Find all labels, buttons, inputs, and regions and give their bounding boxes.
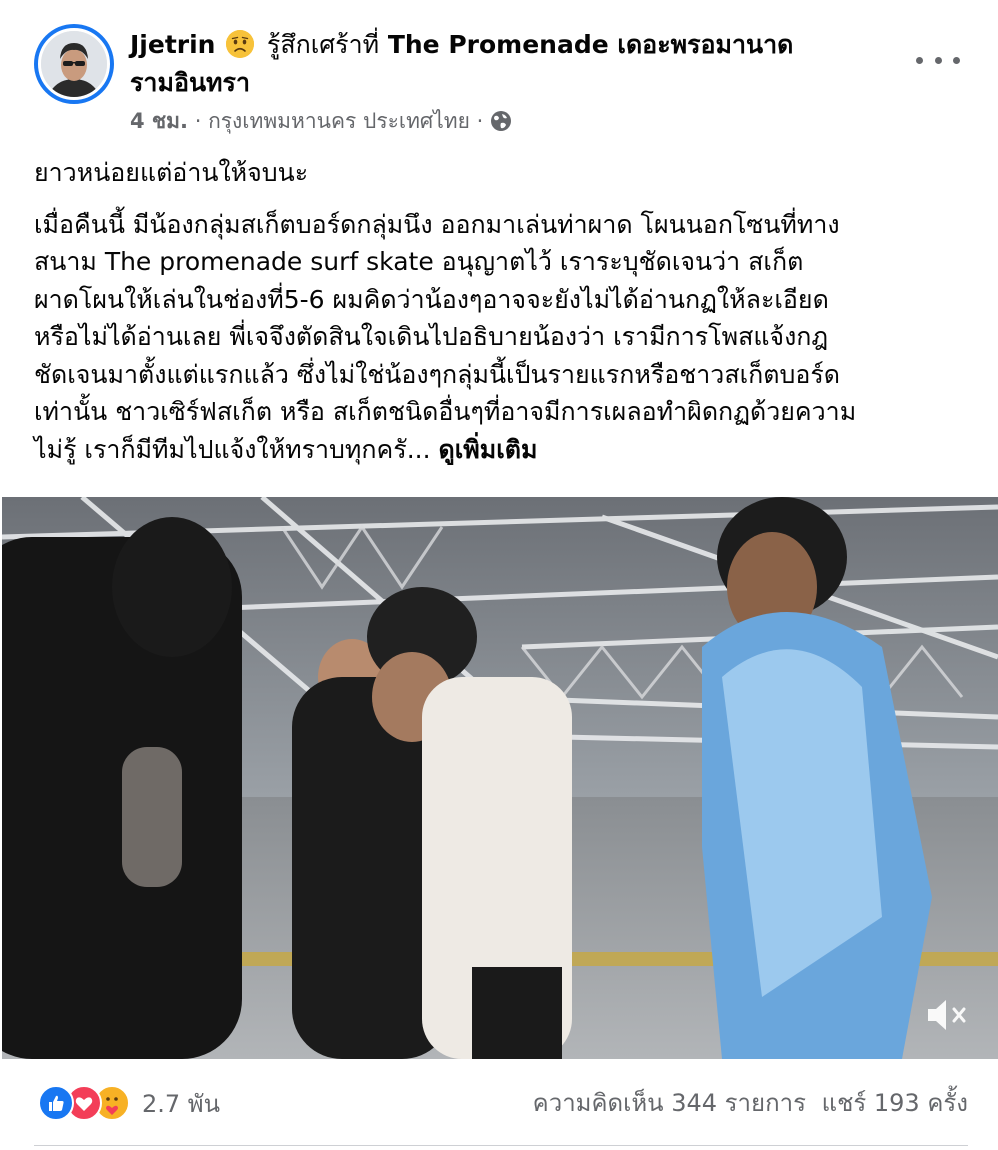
reaction-count[interactable]: 2.7 พัน [142,1084,220,1123]
see-more-link[interactable]: ดูเพิ่มเติม [438,435,537,464]
post-location[interactable]: กรุงเทพมหานคร ประเทศไทย [208,109,470,133]
meta-separator: · [476,109,484,133]
post-text: ยาวหน่อยแต่อ่านให้จบนะ เมื่อคืนนี้ มีน้อ… [34,154,974,468]
post-body-line: ชัดเจนมาตั้งแต่แรกแล้ว ซึ่งไม่ใช่น้องๆกล… [34,359,841,389]
comment-count[interactable]: ความคิดเห็น 344 รายการ [533,1089,806,1117]
author-name[interactable]: Jjetrin [130,30,215,59]
post-header: Jjetrin รู้สึกเศร้าที่ The Promenade เดอ… [0,0,998,150]
post-title-line: Jjetrin รู้สึกเศร้าที่ The Promenade เดอ… [130,26,890,102]
globe-icon [490,108,512,142]
post-meta: 4 ชม. · กรุงเทพมหานคร ประเทศไทย · [130,104,512,142]
like-icon [38,1085,74,1121]
post-body-line: ไม่รู้ เราก็มีทีมไปแจ้งให้ทราบทุกครั... [34,434,439,464]
place-name[interactable]: The Promenade เดอะพรอมานาด [388,30,794,59]
post-time[interactable]: 4 ชม. [130,109,188,133]
engagement-stats: ความคิดเห็น 344 รายการ แชร์ 193 ครั้ง [533,1084,968,1122]
video-player[interactable] [2,497,998,1059]
sad-face-icon [226,30,255,58]
meta-separator: · [194,109,202,133]
post-body-line: สนาม The promenade surf skate อนุญาตไว้ … [34,247,804,276]
post-footer: 2.7 พัน ความคิดเห็น 344 รายการ แชร์ 193 … [0,1064,998,1150]
post-body-line: ผาดโผนให้เล่นในช่องที่5-6 ผมคิดว่าน้องๆอ… [34,284,829,314]
post-lead: ยาวหน่อยแต่อ่านให้จบนะ [34,158,309,187]
more-options-button[interactable] [916,42,960,78]
avatar[interactable] [38,28,110,100]
post-body-line: เมื่อคืนนี้ มีน้องกลุ่มสเก็ตบอร์ดกลุ่มนึ… [34,209,840,239]
share-count[interactable]: แชร์ 193 ครั้ง [822,1089,968,1117]
dot [934,56,942,64]
footer-divider [34,1145,968,1146]
dot [916,56,923,64]
post-body-last-line: ไม่รู้ เราก็มีทีมไปแจ้งให้ทราบทุกครั... … [34,431,974,469]
dot [953,56,960,64]
feeling-text: รู้สึกเศร้าที่ [266,30,380,59]
volume-muted-icon [924,1000,972,1039]
reactions-summary[interactable]: 2.7 พัน [38,1084,220,1122]
mute-button[interactable] [924,995,972,1035]
post-body-line: หรือไม่ได้อ่านเลย พี่เจจึงตัดสินใจเดินไป… [34,322,829,351]
post-body-line: เท่านั้น ชาวเซิร์ฟสเก็ต หรือ สเก็ตชนิดอื… [34,397,857,426]
author-avatar-ring[interactable] [34,24,114,104]
place-name-cont[interactable]: รามอินทรา [130,68,250,97]
video-frame [2,497,998,1059]
